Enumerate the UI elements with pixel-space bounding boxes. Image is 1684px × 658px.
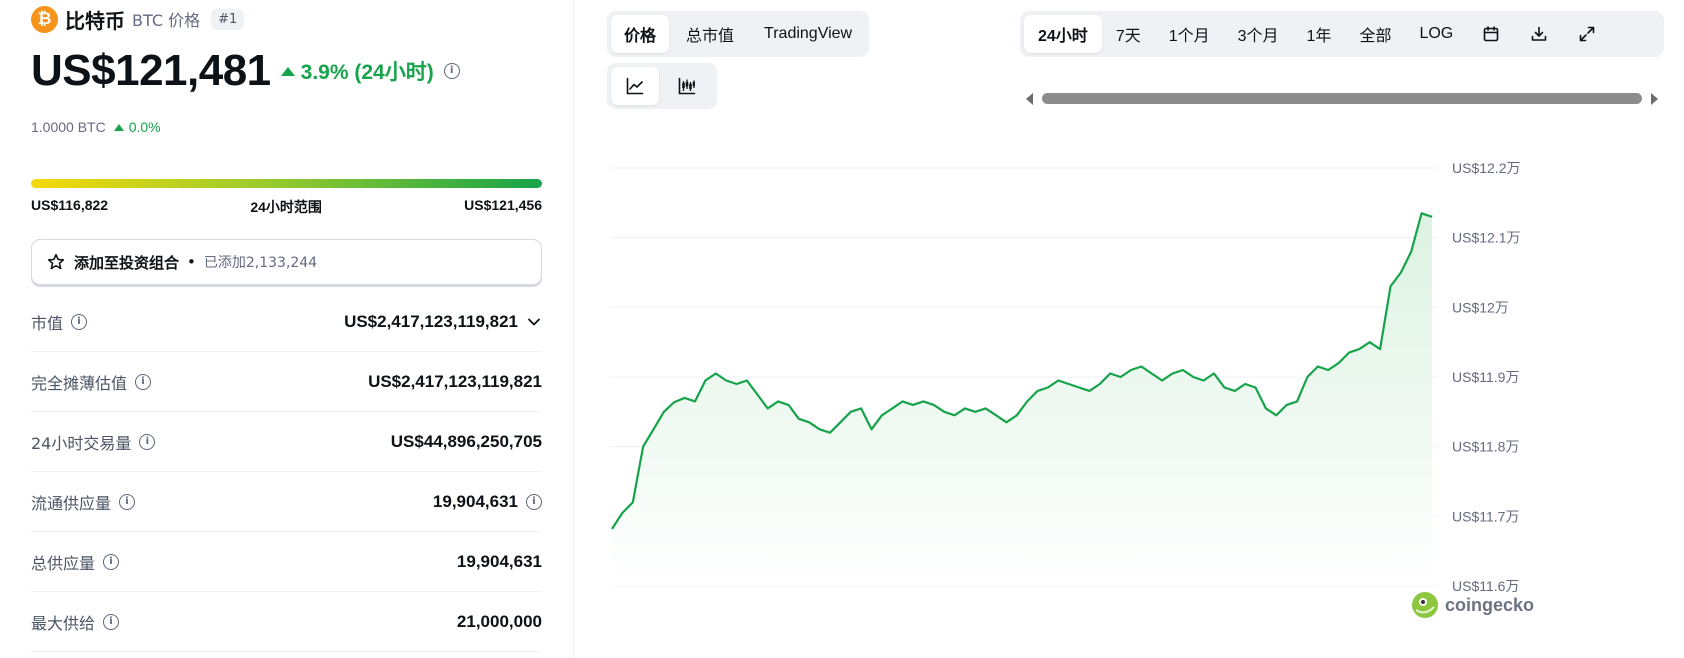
info-icon[interactable]: i	[71, 313, 88, 330]
panel-divider	[573, 0, 574, 658]
price-area-fill	[612, 213, 1432, 587]
stat-value: US$2,417,123,119,821	[344, 311, 518, 331]
scroll-right-arrow-icon[interactable]	[1651, 93, 1658, 105]
info-icon[interactable]: i	[526, 493, 542, 510]
y-tick-label: US$11.9万	[1452, 369, 1519, 385]
star-icon	[47, 253, 65, 270]
info-icon[interactable]: i	[139, 433, 156, 450]
scrollbar-thumb[interactable]	[1042, 93, 1642, 104]
price-row: US$121,481 3.9% (24小时) i	[31, 46, 460, 96]
tab-all[interactable]: 全部	[1345, 15, 1405, 53]
add-to-portfolio-button[interactable]: 添加至投资组合 • 已添加2,133,244	[31, 239, 542, 285]
stat-row-volume-24h: 24小时交易量 i US$44,896,250,705	[31, 412, 542, 472]
range-low: US$116,822	[31, 197, 109, 213]
tab-log[interactable]: LOG	[1405, 15, 1467, 53]
current-price: US$121,481	[31, 46, 271, 95]
coingecko-watermark: coingecko	[1412, 592, 1534, 618]
stat-row-fdv: 完全摊薄估值 i US$2,417,123,119,821	[31, 352, 542, 412]
y-tick-label: US$12万	[1452, 299, 1509, 315]
range-24h-labels: US$116,822 24小时范围 US$121,456	[31, 197, 542, 217]
watermark-text: coingecko	[1445, 594, 1535, 615]
tab-market-cap[interactable]: 总市值	[673, 15, 747, 53]
info-icon[interactable]: i	[443, 63, 460, 79]
coin-summary-panel: ₿ 比特币 BTC 价格 #1 US$121,481 3.9% (24小时) i…	[0, 0, 560, 658]
candlestick-chart-button[interactable]	[663, 67, 711, 105]
range-24h-bar	[31, 179, 542, 188]
y-tick-label: US$12.1万	[1452, 230, 1520, 246]
stat-label: 最大供给	[31, 613, 96, 633]
coin-name: 比特币	[65, 8, 125, 33]
stat-value: US$2,417,123,119,821	[368, 371, 542, 391]
time-range-tabs: 24小时 7天 1个月 3个月 1年 全部 LOG	[1020, 11, 1664, 57]
stat-label: 完全摊薄估值	[31, 373, 128, 393]
stat-label: 总供应量	[31, 553, 96, 573]
stat-label: 24小时交易量	[31, 433, 132, 453]
price-chart-svg: US$11.6万US$11.7万US$11.8万US$11.9万US$12万US…	[610, 160, 1520, 594]
download-button[interactable]	[1515, 15, 1563, 53]
info-icon[interactable]: i	[103, 553, 120, 570]
arrow-up-icon	[280, 66, 295, 76]
chart-type-tabs: 价格 总市值 TradingView	[607, 11, 870, 57]
stat-value: 19,904,631	[456, 551, 542, 571]
calendar-icon	[1483, 26, 1499, 42]
fullscreen-icon	[1579, 26, 1595, 42]
bitcoin-logo-icon: ₿	[31, 5, 58, 33]
scroll-left-arrow-icon[interactable]	[1026, 93, 1033, 105]
y-tick-label: US$11.8万	[1452, 439, 1519, 455]
stat-value: 19,904,631	[432, 491, 518, 511]
separator-dot: •	[187, 253, 196, 271]
chart-range-scrollbar[interactable]	[1022, 89, 1662, 107]
price-change-24h: 3.9% (24小时)	[280, 56, 434, 86]
download-icon	[1531, 26, 1547, 41]
fullscreen-button[interactable]	[1563, 15, 1611, 53]
line-chart-icon	[626, 77, 644, 95]
tab-1y[interactable]: 1年	[1293, 15, 1346, 53]
line-chart-button[interactable]	[611, 67, 659, 105]
price-chart[interactable]: US$11.6万 US$11.7万 US$11.8万 US$11.9万 US$12万 US…	[600, 150, 1684, 658]
y-tick-label: US$11.7万	[1452, 508, 1519, 524]
coingecko-logo-icon	[1412, 592, 1438, 618]
chevron-down-icon[interactable]	[526, 314, 542, 330]
rank-badge: #1	[211, 8, 245, 30]
stat-value: US$44,896,250,705	[390, 431, 542, 451]
tab-7d[interactable]: 7天	[1102, 15, 1155, 53]
chart-style-tabs	[607, 63, 717, 109]
y-tick-label: US$12.2万	[1452, 160, 1520, 176]
tab-1m[interactable]: 1个月	[1155, 15, 1224, 53]
btc-change-text: 0.0%	[128, 119, 161, 135]
range-label: 24小时范围	[250, 199, 322, 215]
portfolio-added-count: 已添加2,133,244	[203, 255, 318, 271]
tab-3m[interactable]: 3个月	[1224, 15, 1293, 53]
y-axis-labels: US$11.6万US$11.7万US$11.8万US$11.9万US$12万US…	[1452, 160, 1520, 594]
tab-24h[interactable]: 24小时	[1024, 15, 1102, 53]
stat-row-max-supply: 最大供给 i 21,000,000	[31, 592, 542, 652]
coin-symbol-label: BTC 价格	[132, 11, 201, 30]
portfolio-label: 添加至投资组合	[74, 253, 180, 272]
price-change-text: 3.9% (24小时)	[300, 61, 434, 84]
info-icon[interactable]: i	[119, 493, 136, 510]
stat-row-circulating-supply: 流通供应量 i 19,904,631 i	[31, 472, 542, 532]
calendar-button[interactable]	[1467, 15, 1515, 53]
btc-change: 0.0%	[113, 119, 161, 135]
btc-value: 1.0000 BTC	[31, 119, 106, 135]
arrow-up-icon	[113, 123, 124, 131]
stat-row-total-supply: 总供应量 i 19,904,631	[31, 532, 542, 592]
candlestick-chart-icon	[678, 77, 696, 95]
btc-price-row: 1.0000 BTC 0.0%	[31, 119, 161, 135]
chart-area-layer	[611, 212, 1433, 587]
info-icon[interactable]: i	[135, 373, 152, 390]
stat-label: 流通供应量	[31, 493, 112, 513]
coin-header: ₿ 比特币 BTC 价格 #1	[31, 4, 245, 34]
stat-row-market-cap: 市值 i US$2,417,123,119,821	[31, 292, 542, 352]
stat-label: 市值	[31, 313, 64, 333]
tab-tradingview[interactable]: TradingView	[751, 15, 865, 53]
info-icon[interactable]: i	[103, 613, 120, 630]
range-high: US$121,456	[464, 197, 542, 213]
stat-value: 21,000,000	[456, 611, 542, 631]
stats-list: 市值 i US$2,417,123,119,821 完全摊薄估值 i US$2,…	[31, 292, 542, 652]
tab-price[interactable]: 价格	[611, 15, 670, 53]
